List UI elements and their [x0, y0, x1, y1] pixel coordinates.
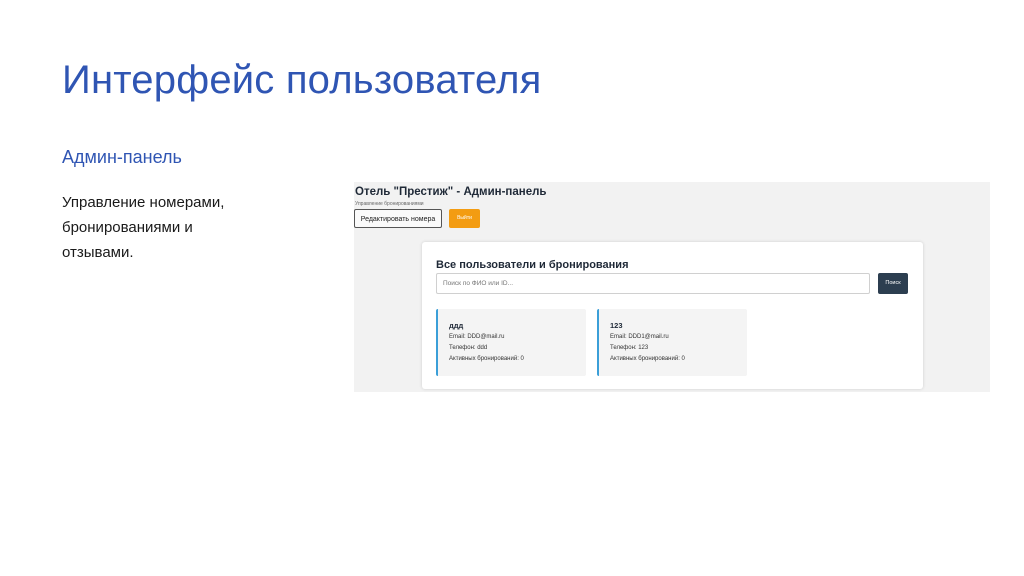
users-panel: Все пользователи и бронирования Поиск дд… — [422, 242, 923, 389]
description-line: Управление номерами, — [62, 194, 225, 211]
user-bookings: Активных бронирований: 0 — [610, 356, 685, 362]
search-button[interactable]: Поиск — [878, 273, 908, 294]
slide-description: Управление номерами, бронированиями и от… — [62, 190, 262, 265]
user-phone: Телефон: ddd — [449, 345, 488, 351]
users-panel-title: Все пользователи и бронирования — [436, 259, 629, 271]
user-name: 123 — [610, 321, 623, 330]
admin-panel-screenshot: Отель "Престиж" - Админ-панель Управлени… — [354, 182, 990, 392]
slide-subtitle: Админ-панель — [62, 147, 182, 167]
user-bookings: Активных бронирований: 0 — [449, 356, 524, 362]
user-email: Email: DDD@mail.ru — [449, 334, 505, 340]
search-input[interactable] — [436, 273, 870, 294]
user-card[interactable]: ддд Email: DDD@mail.ru Телефон: ddd Акти… — [436, 309, 586, 376]
user-name: ддд — [449, 321, 464, 330]
user-phone: Телефон: 123 — [610, 345, 649, 351]
user-email: Email: DDD1@mail.ru — [610, 334, 669, 340]
description-line: отзывами. — [62, 244, 134, 261]
user-card[interactable]: 123 Email: DDD1@mail.ru Телефон: 123 Акт… — [597, 309, 747, 376]
description-line: бронированиями и — [62, 219, 193, 236]
edit-rooms-button[interactable]: Редактировать номера — [354, 209, 442, 228]
slide-title: Интерфейс пользователя — [62, 58, 542, 102]
logout-button[interactable]: Выйти — [449, 209, 480, 228]
admin-page-subtitle: Управление бронированиями — [355, 201, 424, 207]
admin-page-title: Отель "Престиж" - Админ-панель — [355, 186, 547, 198]
